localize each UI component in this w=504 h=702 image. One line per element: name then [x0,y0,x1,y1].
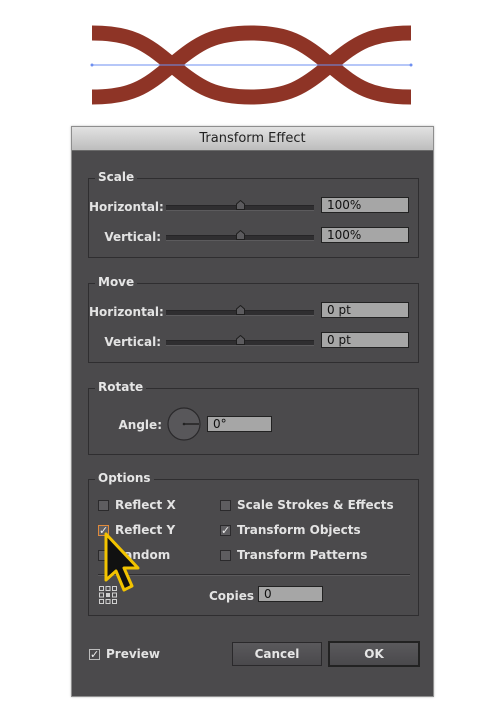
move-group: Move Horizontal: 0 pt Vertical: 0 pt [88,275,419,363]
checkbox-box[interactable]: ✓ [220,523,231,537]
ok-button[interactable]: OK [328,641,420,667]
check-icon: ✓ [221,523,231,537]
move-horizontal-label: Horizontal: [89,305,164,319]
move-horizontal-slider[interactable] [166,305,314,316]
slider-thumb[interactable] [236,200,245,210]
cancel-button[interactable]: Cancel [232,642,322,666]
checkbox-box[interactable] [220,549,231,561]
preview-label: Preview [106,647,161,661]
checkbox-box[interactable] [98,499,109,511]
reflect-x-checkbox[interactable]: Reflect X [98,498,176,512]
transform-objects-checkbox[interactable]: ✓ Transform Objects [220,523,361,537]
scale-group: Scale Horizontal: 100% Vertical: 100% [88,170,419,258]
preview-checkbox[interactable]: ✓ Preview [89,647,160,661]
scale-vertical-label: Vertical: [104,230,161,244]
scale-horizontal-slider[interactable] [166,200,314,211]
checkbox-box[interactable] [220,499,231,511]
angle-label: Angle: [118,418,162,432]
check-icon: ✓ [90,647,100,661]
options-group-title: Options [95,471,154,485]
reflect-x-label: Reflect X [115,498,176,512]
slider-thumb[interactable] [236,230,245,240]
move-group-title: Move [95,275,138,289]
copies-label: Copies [208,589,254,603]
dialog-title[interactable]: Transform Effect [72,127,433,151]
transform-patterns-checkbox[interactable]: Transform Patterns [220,548,367,562]
scale-horizontal-input[interactable]: 100% [321,197,409,213]
transform-effect-dialog: Transform Effect Scale Horizontal: 100% … [71,126,434,697]
slider-thumb[interactable] [236,335,245,345]
copies-input[interactable]: 0 [258,586,323,602]
transform-objects-label: Transform Objects [237,523,361,537]
scale-vertical-slider[interactable] [166,230,314,241]
anchor-point-left[interactable] [90,63,94,67]
scale-strokes-checkbox[interactable]: Scale Strokes & Effects [220,498,394,512]
move-vertical-slider[interactable] [166,335,314,346]
move-horizontal-input[interactable]: 0 pt [321,302,409,318]
rotate-group: Rotate Angle: 0° [88,380,419,455]
artwork-canvas [90,25,413,105]
angle-dial[interactable] [167,407,201,441]
scale-vertical-input[interactable]: 100% [321,227,409,243]
slider-thumb[interactable] [236,305,245,315]
scale-strokes-label: Scale Strokes & Effects [237,498,394,512]
transform-patterns-label: Transform Patterns [237,548,368,562]
anchor-point-right[interactable] [409,63,413,67]
options-divider [98,574,410,576]
move-vertical-label: Vertical: [104,335,161,349]
checkbox-box[interactable]: ✓ [89,647,100,661]
move-vertical-input[interactable]: 0 pt [321,332,409,348]
scale-horizontal-label: Horizontal: [89,200,164,214]
scale-group-title: Scale [95,170,138,184]
rotate-group-title: Rotate [95,380,147,394]
mouse-pointer-icon [104,532,140,592]
angle-input[interactable]: 0° [207,416,272,432]
